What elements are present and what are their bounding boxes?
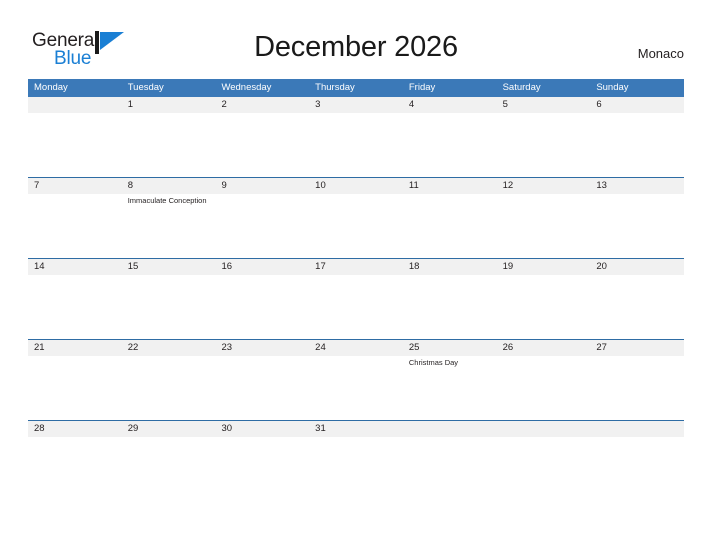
week-date-strip: 1 2 3 4 5 6: [28, 97, 684, 113]
date-number[interactable]: 7: [28, 178, 122, 194]
location-label: Monaco: [637, 46, 684, 61]
day-cell[interactable]: [309, 275, 403, 339]
day-cell[interactable]: [28, 356, 122, 420]
calendar-grid: Monday Tuesday Wednesday Thursday Friday…: [28, 79, 684, 501]
day-cell[interactable]: [28, 113, 122, 177]
week-row: 21 22 23 24 25 26 27 Christmas Day: [28, 339, 684, 420]
weekday-header-row: Monday Tuesday Wednesday Thursday Friday…: [28, 79, 684, 97]
week-date-strip: 21 22 23 24 25 26 27: [28, 340, 684, 356]
week-row: 1 2 3 4 5 6: [28, 97, 684, 177]
date-number[interactable]: 17: [309, 259, 403, 275]
week-date-strip: 28 29 30 31: [28, 421, 684, 437]
date-number[interactable]: [28, 97, 122, 113]
day-cell[interactable]: [497, 194, 591, 258]
day-cell[interactable]: [215, 194, 309, 258]
day-cell[interactable]: [590, 194, 684, 258]
page-header: General Blue December 2026 Monaco: [0, 0, 712, 72]
week-event-strip: [28, 437, 684, 501]
date-number[interactable]: [497, 421, 591, 437]
day-cell[interactable]: [590, 356, 684, 420]
day-cell[interactable]: [122, 356, 216, 420]
page-title: December 2026: [254, 31, 458, 63]
week-row: 14 15 16 17 18 19 20: [28, 258, 684, 339]
day-cell[interactable]: [309, 437, 403, 501]
date-number[interactable]: 31: [309, 421, 403, 437]
date-number[interactable]: 2: [215, 97, 309, 113]
day-cell[interactable]: [309, 194, 403, 258]
weekday-header-sunday: Sunday: [596, 82, 629, 93]
week-event-strip: [28, 113, 684, 177]
weekday-header-monday: Monday: [34, 82, 68, 93]
weekday-header-tuesday: Tuesday: [127, 82, 164, 93]
date-number[interactable]: 21: [28, 340, 122, 356]
date-number[interactable]: 16: [215, 259, 309, 275]
date-number[interactable]: 4: [403, 97, 497, 113]
day-cell[interactable]: [215, 356, 309, 420]
day-cell[interactable]: [309, 356, 403, 420]
day-cell[interactable]: [497, 437, 591, 501]
date-number[interactable]: 11: [403, 178, 497, 194]
day-cell[interactable]: [215, 437, 309, 501]
week-row: 7 8 9 10 11 12 13 Immaculate Conception: [28, 177, 684, 258]
date-number[interactable]: 29: [122, 421, 216, 437]
day-cell[interactable]: [28, 275, 122, 339]
date-number[interactable]: 20: [590, 259, 684, 275]
date-number[interactable]: 13: [590, 178, 684, 194]
date-number[interactable]: [590, 421, 684, 437]
date-number[interactable]: 30: [215, 421, 309, 437]
date-number[interactable]: 9: [215, 178, 309, 194]
week-event-strip: Christmas Day: [28, 356, 684, 420]
event-label: Immaculate Conception: [127, 196, 207, 205]
day-cell[interactable]: [590, 275, 684, 339]
date-number[interactable]: 8: [122, 178, 216, 194]
date-number[interactable]: 6: [590, 97, 684, 113]
date-number[interactable]: 23: [215, 340, 309, 356]
date-number[interactable]: 10: [309, 178, 403, 194]
day-cell[interactable]: [590, 437, 684, 501]
date-number[interactable]: 12: [497, 178, 591, 194]
weekday-header-thursday: Thursday: [315, 82, 355, 93]
date-number[interactable]: 26: [497, 340, 591, 356]
day-cell[interactable]: [122, 437, 216, 501]
date-number[interactable]: 5: [497, 97, 591, 113]
day-cell[interactable]: [497, 113, 591, 177]
date-number[interactable]: [403, 421, 497, 437]
day-cell[interactable]: [403, 113, 497, 177]
day-cell[interactable]: [309, 113, 403, 177]
week-date-strip: 14 15 16 17 18 19 20: [28, 259, 684, 275]
day-cell[interactable]: [403, 275, 497, 339]
weekday-header-saturday: Saturday: [502, 82, 541, 93]
date-number[interactable]: 14: [28, 259, 122, 275]
event-label: Christmas Day: [408, 358, 459, 367]
day-cell[interactable]: Immaculate Conception: [122, 194, 216, 258]
week-event-strip: [28, 275, 684, 339]
week-date-strip: 7 8 9 10 11 12 13: [28, 178, 684, 194]
weekday-header-wednesday: Wednesday: [221, 82, 272, 93]
week-row: 28 29 30 31: [28, 420, 684, 501]
day-cell[interactable]: [122, 113, 216, 177]
date-number[interactable]: 3: [309, 97, 403, 113]
day-cell[interactable]: [122, 275, 216, 339]
date-number[interactable]: 24: [309, 340, 403, 356]
date-number[interactable]: 19: [497, 259, 591, 275]
day-cell[interactable]: [497, 356, 591, 420]
date-number[interactable]: 22: [122, 340, 216, 356]
date-number[interactable]: 27: [590, 340, 684, 356]
day-cell[interactable]: [28, 194, 122, 258]
day-cell[interactable]: [497, 275, 591, 339]
weekday-header-friday: Friday: [408, 82, 436, 93]
date-number[interactable]: 1: [122, 97, 216, 113]
day-cell[interactable]: [590, 113, 684, 177]
day-cell[interactable]: [403, 194, 497, 258]
day-cell[interactable]: [215, 275, 309, 339]
day-cell[interactable]: [215, 113, 309, 177]
day-cell[interactable]: [28, 437, 122, 501]
date-number[interactable]: 28: [28, 421, 122, 437]
day-cell[interactable]: Christmas Day: [403, 356, 497, 420]
week-event-strip: Immaculate Conception: [28, 194, 684, 258]
date-number[interactable]: 18: [403, 259, 497, 275]
day-cell[interactable]: [403, 437, 497, 501]
date-number[interactable]: 25: [403, 340, 497, 356]
date-number[interactable]: 15: [122, 259, 216, 275]
